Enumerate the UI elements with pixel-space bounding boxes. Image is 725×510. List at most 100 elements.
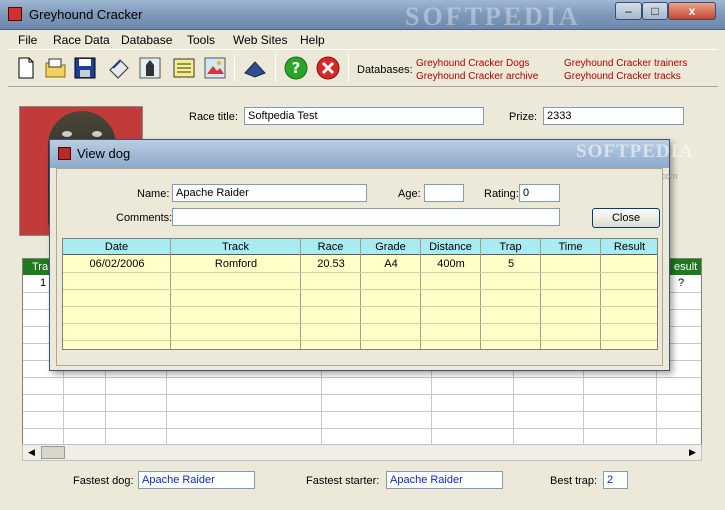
horizontal-scrollbar[interactable]: ◀ ▶: [22, 444, 702, 461]
databases-label: Databases:: [357, 64, 413, 76]
rating-field[interactable]: 0: [519, 184, 560, 202]
new-document-icon: [18, 57, 34, 79]
menu-help[interactable]: Help: [300, 33, 325, 47]
svg-text:?: ?: [292, 59, 301, 77]
cell-track[interactable]: Romford: [171, 256, 301, 272]
grid-line: [63, 306, 657, 307]
link-dogs-db[interactable]: Greyhound Cracker Dogs: [416, 58, 529, 69]
menu-race-data[interactable]: Race Data: [53, 33, 110, 47]
race-title-field[interactable]: Softpedia Test: [244, 107, 484, 125]
minimize-button[interactable]: –: [615, 2, 642, 20]
help-icon: ?: [284, 56, 308, 80]
help-button[interactable]: ?: [282, 53, 310, 83]
dialog-app-icon: [58, 147, 71, 160]
scroll-thumb[interactable]: [41, 446, 65, 459]
menu-bar: File Race Data Database Tools Web Sites …: [8, 31, 718, 49]
papers-icon: [109, 59, 129, 79]
title-bar: Greyhound Cracker SOFTPEDIA – □ x: [0, 0, 725, 31]
dialog-title: View dog: [77, 146, 131, 161]
notepad-icon: [173, 58, 195, 78]
save-button[interactable]: [71, 53, 99, 83]
toolbar-separator: [275, 54, 276, 82]
grid-header-last: esult: [674, 261, 698, 273]
col-track[interactable]: Track: [171, 239, 301, 255]
race-data-button[interactable]: [105, 53, 133, 83]
toolbar: ? Databases: Greyhound Cracker Dogs Grey…: [8, 49, 718, 87]
dog-history-grid[interactable]: Date Track Race Grade Distance Trap Time…: [62, 238, 658, 350]
link-archive-db[interactable]: Greyhound Cracker archive: [416, 71, 538, 82]
comments-field[interactable]: [172, 208, 560, 226]
link-tracks-db[interactable]: Greyhound Cracker tracks: [564, 71, 681, 82]
scroll-left-icon[interactable]: ◀: [24, 446, 39, 459]
rating-label: Rating:: [484, 188, 519, 200]
age-field[interactable]: [424, 184, 464, 202]
new-button[interactable]: [12, 53, 40, 83]
window-title: Greyhound Cracker: [29, 7, 143, 22]
cell-grade[interactable]: A4: [361, 256, 421, 272]
grid-line: [23, 394, 701, 395]
cell-time[interactable]: [541, 256, 601, 272]
col-result[interactable]: Result: [601, 239, 657, 255]
map-icon: [204, 57, 226, 79]
col-race[interactable]: Race: [301, 239, 361, 255]
grid-header-first: Tra: [32, 261, 49, 273]
grid-line: [63, 289, 657, 290]
grid-cell: ?: [678, 277, 685, 289]
cancel-icon: [316, 56, 340, 80]
grid-cell: 1: [40, 277, 47, 289]
cell-race[interactable]: 20.53: [301, 256, 361, 272]
grid-line: [23, 411, 701, 412]
cell-trap[interactable]: 5: [481, 256, 541, 272]
link-trainers-db[interactable]: Greyhound Cracker trainers: [564, 58, 687, 69]
watermark: SOFTPEDIA: [405, 2, 581, 31]
save-disk-icon: [74, 57, 96, 79]
dog-eye: [92, 131, 102, 137]
app-icon: [8, 7, 22, 21]
age-label: Age:: [398, 188, 421, 200]
web-button[interactable]: [241, 53, 269, 83]
best-trap-field[interactable]: 2: [603, 471, 628, 489]
menu-web-sites[interactable]: Web Sites: [233, 33, 287, 47]
col-distance[interactable]: Distance: [421, 239, 481, 255]
menu-file[interactable]: File: [18, 33, 37, 47]
grid-line: [23, 428, 701, 429]
toolbar-separator: [234, 54, 235, 82]
scroll-right-icon[interactable]: ▶: [685, 446, 700, 459]
col-trap[interactable]: Trap: [481, 239, 541, 255]
menu-tools[interactable]: Tools: [187, 33, 215, 47]
pyramid-icon: [244, 61, 266, 78]
race-title-label: Race title:: [189, 111, 238, 123]
grid-line: [63, 340, 657, 341]
col-date[interactable]: Date: [63, 239, 171, 255]
best-trap-label: Best trap:: [550, 475, 598, 487]
grid-line: [23, 377, 701, 378]
form-button[interactable]: [170, 53, 198, 83]
map-button[interactable]: [201, 53, 229, 83]
dog-icon: [139, 57, 161, 79]
maximize-button[interactable]: □: [642, 2, 668, 20]
dialog-title-bar[interactable]: View dog SOFTPEDIA: [50, 140, 693, 168]
exit-button[interactable]: [314, 53, 342, 83]
col-time[interactable]: Time: [541, 239, 601, 255]
cell-result[interactable]: [601, 256, 657, 272]
cell-distance[interactable]: 400m: [421, 256, 481, 272]
fastest-starter-field[interactable]: Apache Raider: [386, 471, 503, 489]
open-folder-icon: [45, 58, 66, 78]
col-grade[interactable]: Grade: [361, 239, 421, 255]
toolbar-separator: [348, 54, 349, 82]
fastest-starter-label: Fastest starter:: [306, 475, 380, 487]
grid-line: [63, 323, 657, 324]
comments-label: Comments:: [116, 212, 173, 224]
open-button[interactable]: [42, 53, 70, 83]
fastest-dog-field[interactable]: Apache Raider: [138, 471, 255, 489]
dialog-watermark: SOFTPEDIA: [576, 141, 694, 162]
prize-field[interactable]: 2333: [543, 107, 684, 125]
close-button[interactable]: Close: [592, 208, 660, 228]
name-field[interactable]: Apache Raider: [172, 184, 367, 202]
fastest-dog-label: Fastest dog:: [73, 475, 134, 487]
close-window-button[interactable]: x: [668, 2, 716, 20]
grid-line: [63, 272, 657, 273]
cell-date[interactable]: 06/02/2006: [63, 256, 171, 272]
menu-database[interactable]: Database: [121, 33, 172, 47]
dogs-button[interactable]: [136, 53, 164, 83]
